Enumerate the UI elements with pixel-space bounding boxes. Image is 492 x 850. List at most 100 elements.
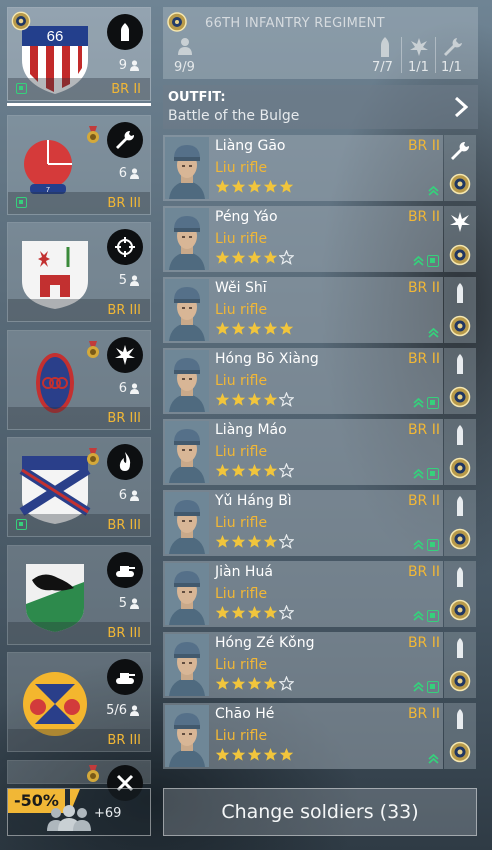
bullet-icon bbox=[449, 495, 471, 517]
soldier-name: Liàng Máo bbox=[215, 422, 287, 438]
perk-available-icon bbox=[427, 468, 439, 480]
perk-available-icon bbox=[427, 539, 439, 551]
rank-up-chevron-icon bbox=[413, 469, 424, 479]
squad-member-count: 5/6 bbox=[106, 703, 140, 718]
soldier-br: BR II bbox=[407, 422, 440, 438]
soldier-portrait bbox=[165, 563, 209, 625]
soldier-row[interactable]: Yǔ Háng Bì Liu rifle BR II bbox=[163, 490, 443, 556]
soldier-name: Liàng Gāo bbox=[215, 138, 286, 154]
regiment-header: 66TH INFANTRY REGIMENT 9/9 7/7 1/1 1/1 bbox=[163, 7, 478, 79]
premium-squad-icon bbox=[16, 83, 27, 94]
soldier-name: Chāo Hé bbox=[215, 706, 275, 722]
soldier-weapon: Liu rifle bbox=[215, 373, 268, 389]
soldier-row[interactable]: Hóng Bō Xiàng Liu rifle BR II bbox=[163, 348, 443, 414]
squad-member-count: 5 bbox=[119, 596, 140, 611]
regiment-title: 66TH INFANTRY REGIMENT bbox=[205, 16, 385, 31]
soldier-class-panel[interactable] bbox=[444, 632, 476, 698]
soldier-class-panel[interactable] bbox=[444, 703, 476, 769]
squad-card[interactable]: 5 BR III bbox=[7, 222, 151, 322]
squad-card[interactable]: 66 9 BR II bbox=[7, 7, 151, 101]
soldier-portrait bbox=[165, 137, 209, 199]
squad-br: BR III bbox=[107, 626, 141, 641]
soldier-rating-stars bbox=[215, 321, 294, 336]
soldier-name: Hóng Bō Xiàng bbox=[215, 351, 319, 367]
soldier-br: BR II bbox=[407, 209, 440, 225]
rifleman-bullet-icon bbox=[381, 37, 389, 57]
soldier-rating-stars bbox=[215, 463, 294, 478]
soldier-row[interactable]: Péng Yáo Liu rifle BR II bbox=[163, 206, 443, 272]
squad-card[interactable]: 5 BR III bbox=[7, 545, 151, 645]
perk-available-icon bbox=[427, 397, 439, 409]
soldier-row[interactable]: Liàng Gāo Liu rifle BR II bbox=[163, 135, 443, 201]
medal-icon bbox=[86, 341, 100, 359]
assault-count: 1/1 bbox=[408, 60, 429, 75]
soldier-row[interactable]: Chāo Hé Liu rifle BR II bbox=[163, 703, 443, 769]
premium-squad-icon bbox=[16, 519, 27, 530]
soldier-name: Jiàn Huá bbox=[215, 564, 273, 580]
soldier-class-panel[interactable] bbox=[444, 206, 476, 272]
soldier-weapon: Liu rifle bbox=[215, 444, 268, 460]
wrench-icon bbox=[107, 122, 143, 158]
rifleman-count: 7/7 bbox=[372, 60, 393, 75]
wrench-icon bbox=[449, 140, 471, 162]
explosion-icon bbox=[107, 337, 143, 373]
soldier-badges bbox=[413, 255, 439, 267]
soldier-class-panel[interactable] bbox=[444, 490, 476, 556]
soldier-class-panel[interactable] bbox=[444, 135, 476, 201]
squad-br: BR III bbox=[107, 733, 141, 748]
soldier-class-panel[interactable] bbox=[444, 277, 476, 343]
soldier-portrait bbox=[165, 208, 209, 270]
soldier-rating-stars bbox=[215, 605, 294, 620]
rank-up-chevron-icon bbox=[413, 256, 424, 266]
squad-card[interactable]: 5/6 BR III bbox=[7, 652, 151, 752]
extra-soldiers-count: +69 bbox=[94, 806, 122, 821]
soldier-portrait bbox=[165, 350, 209, 412]
medal-icon bbox=[86, 448, 100, 466]
soldier-row[interactable]: Hóng Zé Kǒng Liu rifle BR II bbox=[163, 632, 443, 698]
soldier-rating-stars bbox=[215, 534, 294, 549]
buy-squad-button[interactable]: -50% +69 bbox=[7, 788, 151, 836]
soldier-class-panel[interactable] bbox=[444, 561, 476, 627]
soldier-badges bbox=[428, 186, 439, 196]
squad-card[interactable]: 6 BR III bbox=[7, 330, 151, 430]
soldier-name: Yǔ Háng Bì bbox=[215, 493, 292, 509]
soldier-badges bbox=[413, 397, 439, 409]
svg-text:66: 66 bbox=[47, 28, 64, 45]
soldier-name: Péng Yáo bbox=[215, 209, 278, 225]
flame-icon bbox=[107, 444, 143, 480]
soldier-badges bbox=[413, 539, 439, 551]
squad-card-partial[interactable] bbox=[7, 760, 151, 801]
soldier-name: Hóng Zé Kǒng bbox=[215, 635, 315, 651]
soldier-rating-stars bbox=[215, 392, 294, 407]
rank-up-chevron-icon bbox=[413, 398, 424, 408]
squad-card[interactable]: 6 BR III bbox=[7, 437, 151, 537]
perk-available-icon bbox=[427, 681, 439, 693]
squad-card[interactable]: 7 6 BR III bbox=[7, 115, 151, 215]
soldier-count: 9/9 bbox=[174, 60, 195, 75]
outfit-value: Battle of the Bulge bbox=[168, 108, 300, 124]
regiment-medal-icon bbox=[167, 12, 187, 32]
soldier-badges bbox=[413, 681, 439, 693]
soldier-medal-icon bbox=[449, 670, 471, 692]
squad-member-count: 9 bbox=[119, 58, 140, 73]
soldier-class-panel[interactable] bbox=[444, 348, 476, 414]
soldier-row[interactable]: Wěi Shī Liu rifle BR II bbox=[163, 277, 443, 343]
outfit-selector[interactable]: OUTFIT: Battle of the Bulge bbox=[163, 85, 478, 129]
soldier-class-panel[interactable] bbox=[444, 419, 476, 485]
assault-explosion-icon bbox=[410, 38, 428, 56]
rank-up-chevron-icon bbox=[413, 540, 424, 550]
squad-medal-icon bbox=[11, 11, 31, 31]
soldier-row[interactable]: Jiàn Huá Liu rifle BR II bbox=[163, 561, 443, 627]
soldier-br: BR II bbox=[407, 564, 440, 580]
squad-member-count: 6 bbox=[119, 166, 140, 181]
soldier-medal-icon bbox=[449, 528, 471, 550]
soldier-portrait bbox=[165, 279, 209, 341]
change-soldiers-button[interactable]: Change soldiers (33) bbox=[163, 788, 477, 836]
soldier-br: BR II bbox=[407, 138, 440, 154]
soldier-portrait bbox=[165, 634, 209, 696]
selected-squad-indicator bbox=[7, 103, 151, 106]
bullet-icon bbox=[449, 353, 471, 375]
tank-icon bbox=[107, 552, 143, 588]
soldier-name: Wěi Shī bbox=[215, 280, 267, 296]
soldier-row[interactable]: Liàng Máo Liu rifle BR II bbox=[163, 419, 443, 485]
